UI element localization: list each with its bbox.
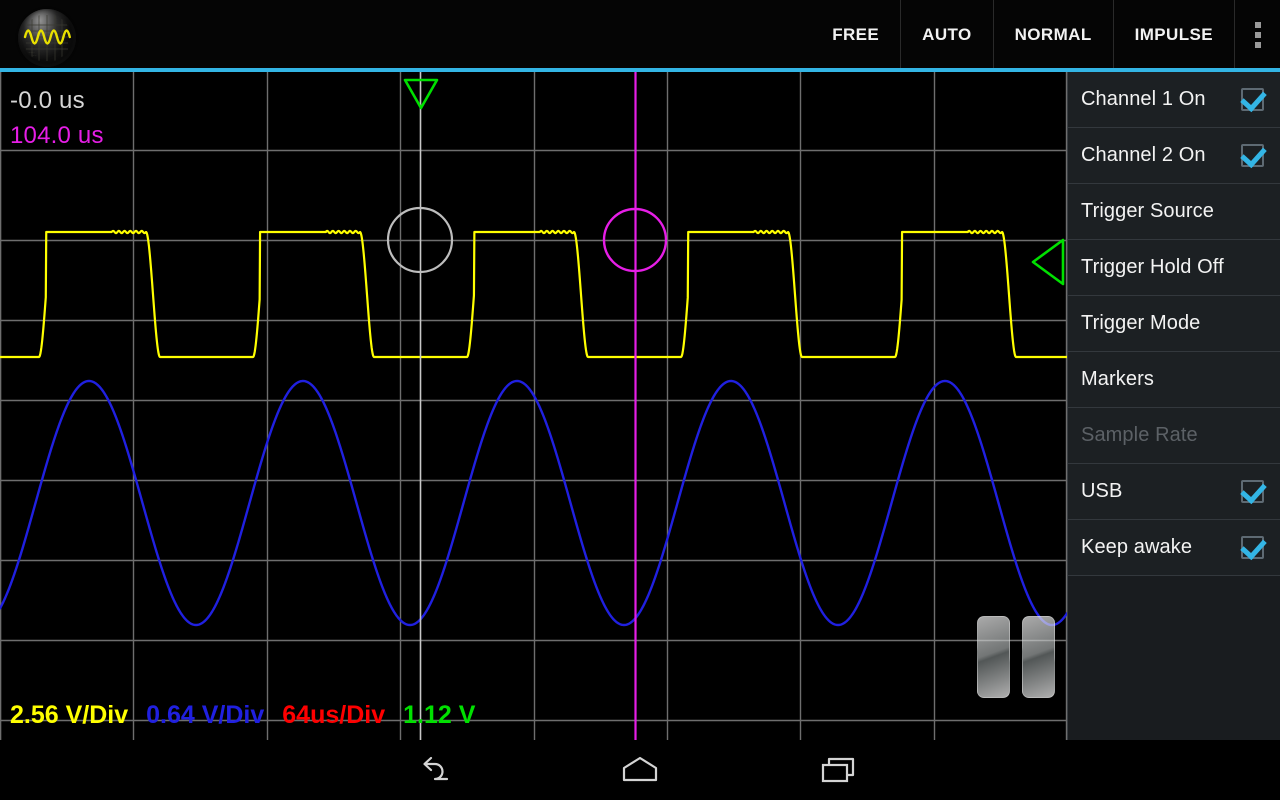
free-run-button[interactable]: FREE xyxy=(811,0,900,70)
logo-waveform-glyph: ......... ...... xyxy=(23,15,71,61)
app-logo: ......... ...... xyxy=(18,9,76,67)
scope-scale-readouts: 2.56 V/Div 0.64 V/Div 64us/Div 1.12 V xyxy=(10,701,475,730)
normal-trigger-button[interactable]: NORMAL xyxy=(992,0,1113,70)
menu-item-channel-1-on-label: Channel 1 On xyxy=(1081,88,1206,110)
svg-text:......: ...... xyxy=(32,54,37,57)
ch2-scale-readout: 0.64 V/Div xyxy=(146,701,265,729)
scope-markers-overlay xyxy=(386,72,1065,740)
nav-spacer-left xyxy=(127,740,340,800)
menu-item-markers-label: Markers xyxy=(1081,368,1154,390)
menu-item-channel-2-on-label: Channel 2 On xyxy=(1081,144,1206,166)
overflow-dot-1 xyxy=(1254,22,1261,28)
android-navigation-bar xyxy=(0,740,1280,800)
auto-trigger-label: AUTO xyxy=(922,25,972,44)
ch1-scale-readout: 2.56 V/Div xyxy=(10,701,129,729)
impulse-trigger-button[interactable]: IMPULSE xyxy=(1112,0,1234,70)
menu-item-trigger-hold-off-label: Trigger Hold Off xyxy=(1081,256,1224,278)
overflow-dot-2 xyxy=(1254,32,1261,38)
menu-item-usb[interactable]: USB xyxy=(1068,464,1280,520)
overflow-menu-icon[interactable] xyxy=(1234,0,1280,70)
pause-icon[interactable] xyxy=(977,616,1055,698)
oscilloscope-app-window: ......... ...... FREE AUTO NORMAL IMPULS… xyxy=(0,0,1280,800)
trigger-level-triangle-icon[interactable] xyxy=(1031,238,1065,286)
pause-bar-left xyxy=(977,616,1010,698)
cursor-time-1-readout: -0.0 us xyxy=(10,87,85,114)
menu-item-channel-2-on-checkbox[interactable] xyxy=(1241,144,1264,167)
pause-bar-right xyxy=(1022,616,1055,698)
action-bar: ......... ...... FREE AUTO NORMAL IMPULS… xyxy=(0,0,1280,72)
trigger-level-readout: 1.12 V xyxy=(403,701,476,729)
options-menu: Channel 1 On Channel 2 On Trigger Source Tr… xyxy=(1067,72,1280,740)
home-glyph xyxy=(622,756,658,782)
menu-item-keep-awake[interactable]: Keep awake xyxy=(1068,520,1280,576)
menu-item-trigger-hold-off[interactable]: Trigger Hold Off xyxy=(1068,240,1280,296)
menu-item-channel-1-on-checkbox[interactable] xyxy=(1241,88,1264,111)
scope-display[interactable]: -0.0 us 104.0 us 2.56 V/Div 0.64 V/Div 6… xyxy=(0,72,1067,740)
cursor-time-2-readout: 104.0 us xyxy=(10,122,104,149)
menu-item-sample-rate: Sample Rate xyxy=(1068,408,1280,464)
menu-item-markers[interactable]: Markers xyxy=(1068,352,1280,408)
overflow-dot-3 xyxy=(1254,42,1261,48)
normal-trigger-label: NORMAL xyxy=(1014,25,1092,44)
menu-item-trigger-source-label: Trigger Source xyxy=(1081,200,1214,222)
impulse-trigger-label: IMPULSE xyxy=(1134,25,1213,44)
menu-item-trigger-mode[interactable]: Trigger Mode xyxy=(1068,296,1280,352)
menu-item-usb-label: USB xyxy=(1081,480,1123,502)
menu-item-sample-rate-label: Sample Rate xyxy=(1081,424,1198,446)
action-bar-buttons: FREE AUTO NORMAL IMPULSE xyxy=(811,0,1280,70)
back-arrow-glyph xyxy=(423,756,449,781)
nav-spacer-right xyxy=(940,740,1153,800)
home-icon[interactable] xyxy=(540,740,740,800)
menu-item-channel-2-on[interactable]: Channel 2 On xyxy=(1068,128,1280,184)
timebase-readout: 64us/Div xyxy=(282,701,386,729)
menu-item-keep-awake-label: Keep awake xyxy=(1081,536,1193,558)
free-run-label: FREE xyxy=(832,25,880,44)
menu-item-trigger-source[interactable]: Trigger Source xyxy=(1068,184,1280,240)
menu-item-keep-awake-checkbox[interactable] xyxy=(1241,536,1264,559)
recent-apps-glyph xyxy=(821,757,855,783)
oscilloscope-waveform-logo-icon: ......... ...... xyxy=(18,9,76,67)
menu-item-channel-1-on[interactable]: Channel 1 On xyxy=(1068,72,1280,128)
recent-apps-icon[interactable] xyxy=(740,740,940,800)
back-arrow-icon[interactable] xyxy=(340,740,540,800)
auto-trigger-button[interactable]: AUTO xyxy=(900,0,992,70)
menu-item-trigger-mode-label: Trigger Mode xyxy=(1081,312,1201,334)
menu-item-usb-checkbox[interactable] xyxy=(1241,480,1264,503)
